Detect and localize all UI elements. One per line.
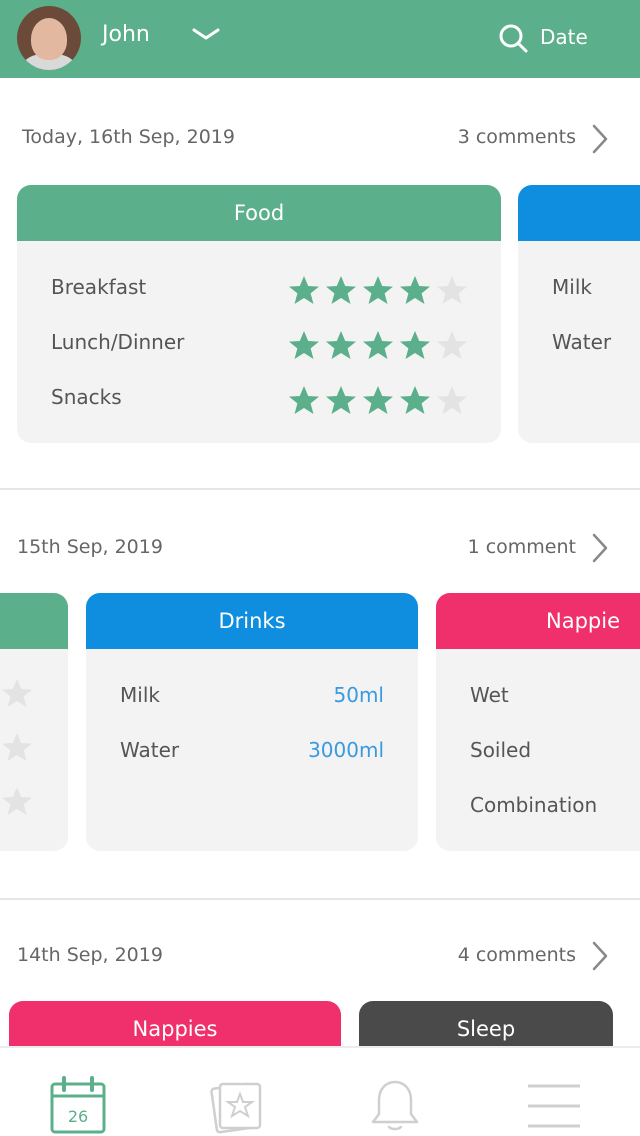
star-empty-icon[interactable] [0,677,34,711]
food-row-label: Breakfast [51,275,147,299]
star-empty-icon[interactable] [435,384,469,418]
drinks-row-value: 50ml [333,683,385,707]
rating-stars[interactable] [287,274,469,308]
star-filled-icon[interactable] [398,329,432,363]
comments-link[interactable]: 4 comments [458,944,576,966]
star-filled-icon[interactable] [287,384,321,418]
day-section: 15th Sep, 2019 1 comment Drinks Milk 50m… [0,490,640,900]
comments-link[interactable]: 3 comments [458,126,576,148]
chevron-right-icon[interactable] [588,122,612,156]
drinks-row-value: 3000ml [308,738,384,762]
search-icon[interactable] [497,22,529,54]
drinks-card-title: Drinks [86,593,418,649]
date-filter-button[interactable]: Date [540,25,588,49]
star-filled-icon[interactable] [324,274,358,308]
comments-link[interactable]: 1 comment [468,536,576,558]
feed[interactable]: Today, 16th Sep, 2019 3 comments Food Br… [0,78,640,1046]
chevron-down-icon[interactable] [190,22,222,46]
bottom-tab-bar: 26 [0,1046,640,1136]
star-empty-icon[interactable] [435,274,469,308]
star-filled-icon[interactable] [324,384,358,418]
rating-stars[interactable] [287,384,469,418]
star-filled-icon[interactable] [361,384,395,418]
drinks-row-label: Water [120,738,180,762]
nappies-card-title: Nappies [9,1001,341,1046]
drinks-card[interactable]: Milk Water [518,185,640,443]
bell-icon[interactable] [365,1076,425,1136]
star-filled-icon[interactable] [324,329,358,363]
menu-icon[interactable] [524,1076,584,1136]
nappies-card-title: Nappie [436,593,640,649]
chevron-right-icon[interactable] [588,939,612,973]
star-filled-icon[interactable] [361,329,395,363]
star-filled-icon[interactable] [287,329,321,363]
sleep-card-title: Sleep [359,1001,613,1046]
section-date: 15th Sep, 2019 [17,536,163,558]
food-card-header [0,593,68,649]
drinks-row-label: Water [552,330,612,354]
avatar[interactable] [17,6,81,70]
star-filled-icon[interactable] [398,274,432,308]
day-section: Today, 16th Sep, 2019 3 comments Food Br… [0,78,640,490]
star-filled-icon[interactable] [398,384,432,418]
section-date: 14th Sep, 2019 [17,944,163,966]
drinks-card[interactable]: Drinks Milk 50ml Water 3000ml [86,593,418,851]
drinks-card-header [518,185,640,241]
drinks-row-label: Milk [552,275,592,299]
nappies-card[interactable]: Nappie Wet Soiled Combination [436,593,640,851]
food-card[interactable] [0,593,68,851]
star-filled-icon[interactable] [287,274,321,308]
food-row-label: Lunch/Dinner [51,330,185,354]
journal-star-icon[interactable] [206,1076,266,1136]
food-row-label: Snacks [51,385,122,409]
avatar-face [31,18,67,60]
nappies-row-label: Wet [470,683,509,707]
rating-stars[interactable] [287,329,469,363]
food-card[interactable]: Food Breakfast Lunch/Dinner Snacks [17,185,501,443]
nappies-row-label: Soiled [470,738,532,762]
nappies-row-label: Combination [470,793,598,817]
chevron-right-icon[interactable] [588,531,612,565]
day-section: 14th Sep, 2019 4 comments Nappies Sleep [0,900,640,1046]
sleep-card[interactable]: Sleep [359,1001,613,1046]
star-filled-icon[interactable] [361,274,395,308]
drinks-row-label: Milk [120,683,160,707]
nappies-card[interactable]: Nappies [9,1001,341,1046]
star-empty-icon[interactable] [0,731,34,765]
rating-stars-partial [0,677,34,819]
star-empty-icon[interactable] [0,785,34,819]
calendar-day: 26 [68,1107,88,1126]
section-date: Today, 16th Sep, 2019 [22,126,235,148]
user-name[interactable]: John [102,22,150,47]
star-empty-icon[interactable] [435,329,469,363]
top-bar: John Date [0,0,640,78]
calendar-icon[interactable]: 26 [48,1076,108,1136]
food-card-title: Food [17,185,501,241]
